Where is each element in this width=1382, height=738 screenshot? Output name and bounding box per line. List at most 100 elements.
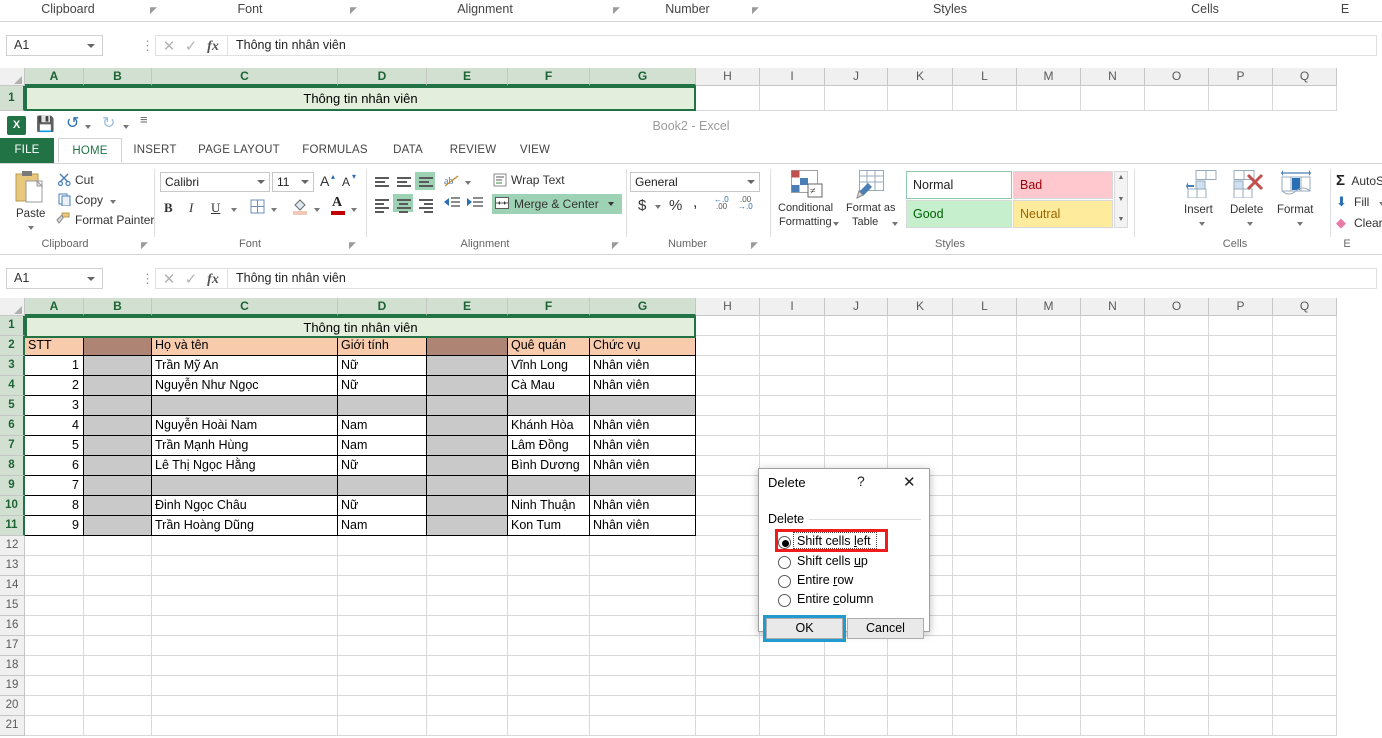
cell[interactable] xyxy=(1081,376,1145,396)
radio-entire-column[interactable] xyxy=(778,594,791,607)
cell[interactable] xyxy=(1273,86,1337,111)
tab-view[interactable]: VIEW xyxy=(512,138,558,163)
cell[interactable] xyxy=(1209,436,1273,456)
cell[interactable] xyxy=(1209,656,1273,676)
format-as-table-button[interactable]: Format as Table xyxy=(846,170,902,234)
column-header-L[interactable]: L xyxy=(953,298,1017,316)
cell[interactable] xyxy=(1017,536,1081,556)
delete-cells-button[interactable]: Delete xyxy=(1228,170,1273,234)
style-neutral[interactable]: Neutral xyxy=(1013,200,1113,228)
cell[interactable] xyxy=(888,716,953,736)
cell[interactable] xyxy=(427,596,508,616)
cell[interactable] xyxy=(1145,496,1209,516)
table-cell[interactable]: 3 xyxy=(25,396,84,416)
increase-font-size-button[interactable]: A ▴ xyxy=(317,172,337,192)
row-header-15[interactable]: 15 xyxy=(0,596,25,616)
chevron-down-icon[interactable] xyxy=(87,277,95,281)
option-entire-column[interactable]: Entire column xyxy=(778,592,898,610)
cancel-icon[interactable]: ✕ xyxy=(159,271,179,288)
table-cell[interactable] xyxy=(427,356,508,376)
cell[interactable] xyxy=(1273,556,1337,576)
cell[interactable] xyxy=(1081,516,1145,536)
table-header-cell[interactable] xyxy=(427,336,508,356)
column-header-C[interactable]: C xyxy=(152,68,338,86)
cell[interactable] xyxy=(84,616,152,636)
row-header-12[interactable]: 12 xyxy=(0,536,25,556)
cell[interactable] xyxy=(696,696,760,716)
cell[interactable] xyxy=(1081,556,1145,576)
cell[interactable] xyxy=(953,556,1017,576)
cell[interactable] xyxy=(1145,86,1209,111)
cell[interactable] xyxy=(696,616,760,636)
cell[interactable] xyxy=(338,716,427,736)
name-box-top[interactable]: A1 xyxy=(6,35,103,56)
cell[interactable] xyxy=(953,636,1017,656)
cell[interactable] xyxy=(590,536,696,556)
cell[interactable] xyxy=(1209,676,1273,696)
table-cell[interactable]: 5 xyxy=(25,436,84,456)
chevron-down-icon[interactable] xyxy=(301,180,309,184)
insert-cells-button[interactable]: Insert xyxy=(1180,170,1224,234)
column-header-Q[interactable]: Q xyxy=(1273,68,1337,86)
delete-dropdown-icon[interactable] xyxy=(1247,222,1253,226)
cell[interactable] xyxy=(760,696,825,716)
insert-dropdown-icon[interactable] xyxy=(1199,222,1205,226)
cell[interactable] xyxy=(953,396,1017,416)
cell[interactable] xyxy=(152,716,338,736)
cell[interactable] xyxy=(1017,496,1081,516)
cell[interactable] xyxy=(825,676,888,696)
row-header-4[interactable]: 4 xyxy=(0,376,25,396)
cell[interactable] xyxy=(953,596,1017,616)
cell[interactable] xyxy=(1209,496,1273,516)
cell[interactable] xyxy=(338,556,427,576)
number-dialog-launcher-top[interactable]: ◤ xyxy=(752,5,759,16)
table-cell[interactable] xyxy=(84,416,152,436)
cell[interactable] xyxy=(1273,536,1337,556)
cell[interactable] xyxy=(338,596,427,616)
cell[interactable] xyxy=(1145,536,1209,556)
column-header-J[interactable]: J xyxy=(825,298,888,316)
table-cell[interactable]: Nhân viên xyxy=(590,436,696,456)
font-dialog-launcher[interactable]: ◤ xyxy=(349,240,356,251)
cell[interactable] xyxy=(1081,696,1145,716)
percent-button[interactable]: % xyxy=(669,197,682,214)
option-shift-cells-up[interactable]: Shift cells up xyxy=(778,554,898,572)
cell[interactable] xyxy=(25,536,84,556)
underline-dropdown-icon[interactable] xyxy=(231,208,237,212)
copy-button[interactable]: Copy xyxy=(75,193,103,207)
cell[interactable] xyxy=(825,396,888,416)
cell[interactable] xyxy=(590,656,696,676)
cell[interactable] xyxy=(1017,556,1081,576)
cell[interactable] xyxy=(888,636,953,656)
cell[interactable] xyxy=(1273,456,1337,476)
cell[interactable] xyxy=(84,596,152,616)
borders-icon[interactable] xyxy=(250,199,266,215)
cell[interactable] xyxy=(1145,636,1209,656)
cell[interactable] xyxy=(1273,416,1337,436)
cell[interactable] xyxy=(1081,356,1145,376)
chevron-down-icon[interactable] xyxy=(87,44,95,48)
column-header-N[interactable]: N xyxy=(1081,298,1145,316)
cell[interactable] xyxy=(1145,356,1209,376)
row-header-14[interactable]: 14 xyxy=(0,576,25,596)
table-cell[interactable] xyxy=(427,416,508,436)
cell[interactable] xyxy=(84,576,152,596)
cell[interactable] xyxy=(888,696,953,716)
column-header-B[interactable]: B xyxy=(84,298,152,316)
column-header-A[interactable]: A xyxy=(25,68,84,86)
cell[interactable] xyxy=(825,696,888,716)
cell[interactable] xyxy=(427,716,508,736)
cell[interactable] xyxy=(1017,576,1081,596)
autosum-button[interactable]: Σ AutoSum xyxy=(1336,172,1382,189)
table-header-cell[interactable]: Quê quán xyxy=(508,336,590,356)
tab-formulas[interactable]: FORMULAS xyxy=(296,138,374,163)
cell[interactable] xyxy=(1017,316,1081,336)
table-cell[interactable] xyxy=(84,436,152,456)
cell[interactable] xyxy=(590,676,696,696)
cell[interactable] xyxy=(1145,716,1209,736)
column-header-O[interactable]: O xyxy=(1145,298,1209,316)
cell[interactable] xyxy=(953,656,1017,676)
cell[interactable] xyxy=(888,86,953,111)
cell[interactable] xyxy=(1209,696,1273,716)
cell[interactable] xyxy=(1209,316,1273,336)
